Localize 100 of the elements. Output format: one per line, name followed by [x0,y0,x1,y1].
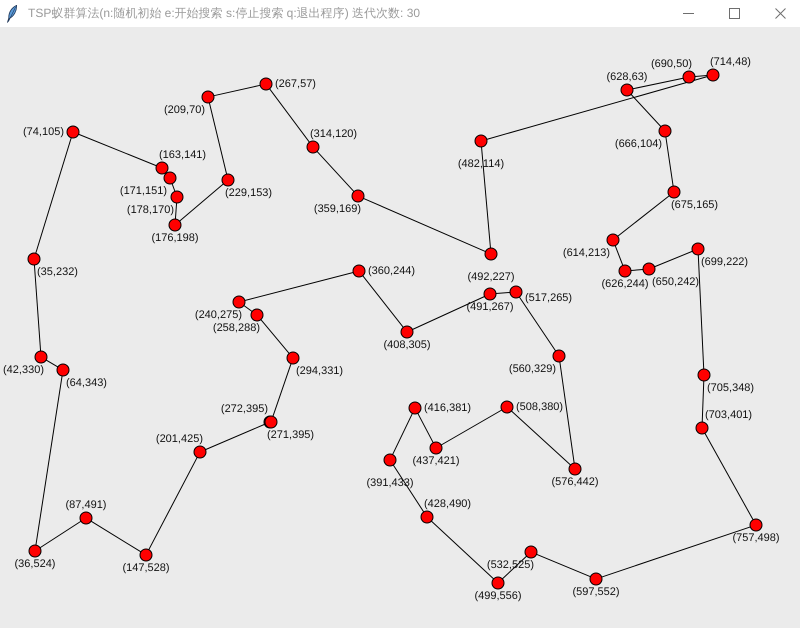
point-marker-icon [492,576,504,590]
point-marker-icon [524,546,538,558]
route-edge [417,412,434,444]
point-label: (64,343) [66,377,107,389]
point-label: (517,265) [525,292,572,304]
point-marker-icon [164,172,176,184]
point-marker-icon [306,140,320,154]
point-label: (699,222) [701,256,748,268]
point-marker-icon [260,78,272,90]
point-marker-icon [286,352,300,364]
point-label: (492,227) [467,271,515,283]
point-label: (240,275) [194,309,242,321]
maximize-icon[interactable] [729,8,740,19]
route-edge [654,250,693,268]
point-label: (714,48) [710,56,751,68]
point-label: (294,331) [296,365,344,377]
point-marker-icon [706,68,720,82]
point-marker-icon [140,548,152,562]
point-label: (675,165) [671,199,718,211]
route-edge [630,269,644,271]
feather-icon [7,4,17,22]
route-edge [614,245,624,266]
point-label: (229,153) [225,187,272,199]
route-edge [362,275,404,328]
point-marker-icon [80,512,92,524]
point-label: (666,104) [614,138,662,150]
point-marker-icon [28,252,40,266]
point-label: (176,198) [151,232,199,244]
point-marker-icon [194,446,206,458]
point-marker-icon [620,84,634,96]
point-label: (42,330) [3,364,44,376]
point-label: (614,213) [562,247,610,259]
point-marker-icon [484,288,496,300]
point-label: (650,242) [652,276,700,288]
point-marker-icon [750,518,762,532]
point-marker-icon [420,510,434,524]
point-marker-icon [66,126,80,138]
point-label: (163,141) [159,149,206,161]
route-edge [213,84,261,96]
point-marker-icon [590,572,602,586]
point-marker-icon [510,286,522,298]
point-marker-icon [642,262,656,276]
point-marker-icon [34,350,48,364]
route-edge [536,554,591,578]
route-edge [269,88,310,143]
point-label: (359,169) [314,203,361,215]
point-marker-icon [606,234,620,246]
route-edge [260,319,290,354]
point-label: (360,244) [368,265,416,277]
point-label: (408,305) [383,339,431,351]
route-edge [90,520,142,552]
point-label: (36,524) [14,558,56,570]
route-edge [179,183,224,222]
point-label: (416,381) [424,402,472,414]
point-label: (597,552) [572,586,620,598]
point-label: (272,395) [220,403,268,415]
point-label: (491,267) [466,301,514,313]
point-marker-icon [384,454,396,466]
close-icon[interactable] [775,8,786,19]
point-label: (560,329) [508,363,556,375]
point-label: (209,70) [164,104,205,116]
point-marker-icon [352,190,364,202]
point-marker-icon [430,442,442,454]
point-label: (267,57) [275,78,316,90]
point-marker-icon [552,350,566,362]
route-edge [702,380,704,422]
route-edge [392,412,413,456]
point-label: (690,50) [651,58,692,70]
point-marker-icon [156,162,168,174]
route-edge [617,195,670,237]
point-label: (499,556) [474,590,522,602]
point-marker-icon [658,124,672,138]
point-marker-icon [232,296,246,308]
point-label: (147,528) [122,562,170,574]
point-label: (171,151) [120,185,167,197]
route-edge [205,424,265,450]
point-label: (437,421) [412,455,460,467]
point-label: (258,288) [212,322,260,334]
point-marker-icon [56,364,70,376]
point-label: (87,491) [66,499,106,511]
point-marker-icon [682,70,696,84]
point-label: (314,120) [310,128,358,140]
point-label: (428,490) [424,498,472,510]
window-title: TSP蚁群算法(n:随机初始 e:开始搜索 s:停止搜索 q:退出程序) 迭代次数: 30 [28,5,420,22]
point-marker-icon [696,422,708,434]
point-label: (576,442) [551,476,599,488]
point-label: (74,105) [23,126,64,138]
point-marker-icon [170,190,184,204]
point-marker-icon [568,462,582,476]
route-edge [174,202,178,220]
point-label: (628,63) [606,71,648,83]
point-marker-icon [618,264,632,278]
route-edge [316,150,354,192]
route-edge [243,305,253,312]
point-marker-icon [484,248,498,260]
route-edge [272,363,292,417]
point-label: (178,170) [126,204,174,216]
point-marker-icon [408,402,422,414]
point-marker-icon [222,174,234,186]
point-label: (703,401) [705,409,752,421]
